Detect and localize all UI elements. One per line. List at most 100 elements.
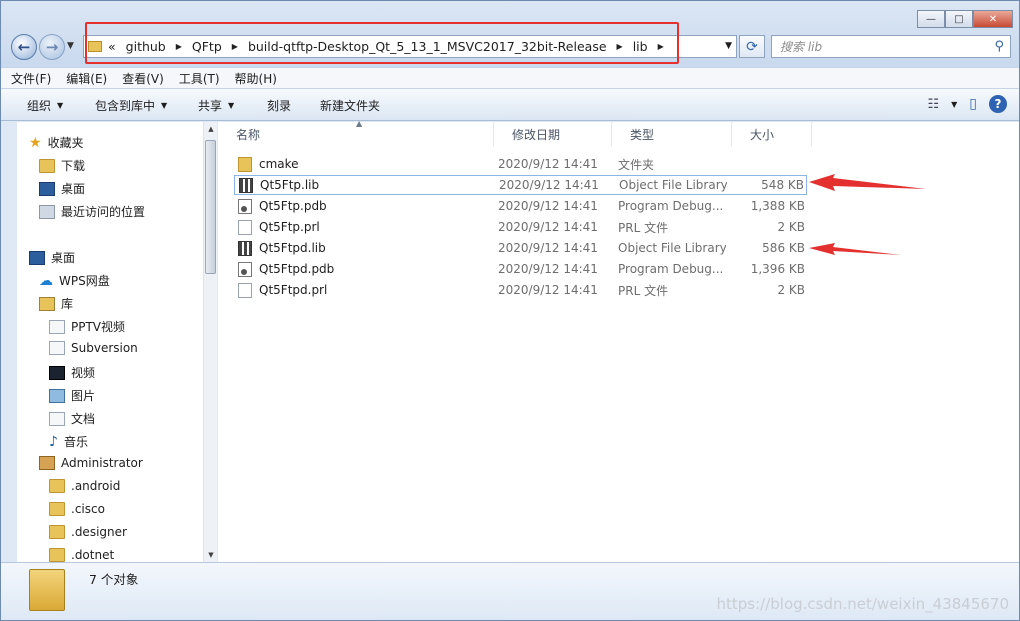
include-in-library-button[interactable]: 包含到库中 ▼ xyxy=(95,97,167,114)
nav-label: .designer xyxy=(71,525,127,539)
file-row-qt5ftpd-pdb[interactable]: Qt5Ftpd.pdb 2020/9/12 14:41 Program Debu… xyxy=(234,259,807,279)
sort-up-icon: ▲ xyxy=(356,119,363,128)
nav-administrator[interactable]: Administrator xyxy=(39,456,143,470)
nav-designer[interactable]: .designer xyxy=(49,525,127,539)
new-folder-button[interactable]: 新建文件夹 xyxy=(320,97,380,114)
burn-button[interactable]: 刻录 xyxy=(267,97,291,114)
file-date: 2020/9/12 14:41 xyxy=(498,199,598,213)
file-type: PRL 文件 xyxy=(618,283,669,298)
file-row-qt5ftpd-prl[interactable]: Qt5Ftpd.prl 2020/9/12 14:41 PRL 文件 2 KB xyxy=(234,280,807,300)
burn-label: 刻录 xyxy=(267,99,292,113)
library-folder-icon xyxy=(49,319,65,334)
nav-downloads[interactable]: 下载 xyxy=(39,157,85,174)
nav-videos[interactable]: 视频 xyxy=(49,364,95,381)
picture-icon xyxy=(49,388,65,403)
share-button[interactable]: 共享 ▼ xyxy=(198,97,234,114)
file-date: 2020/9/12 14:41 xyxy=(498,157,598,171)
close-button[interactable]: ✕ xyxy=(973,10,1013,28)
folder-icon xyxy=(49,502,65,516)
file-row-qt5ftp-pdb[interactable]: Qt5Ftp.pdb 2020/9/12 14:41 Program Debug… xyxy=(234,196,807,216)
menu-edit[interactable]: 编辑(E) xyxy=(66,70,107,87)
nav-label: 下载 xyxy=(61,159,86,173)
menu-tools[interactable]: 工具(T) xyxy=(179,70,220,87)
column-header-name[interactable]: 名称 ▲ xyxy=(218,119,494,146)
search-icon[interactable]: ⚲ xyxy=(994,39,1004,54)
recent-pages-chevron-down-icon[interactable]: ▼ xyxy=(67,41,74,51)
file-row-qt5ftp-lib[interactable]: Qt5Ftp.lib 2020/9/12 14:41 Object File L… xyxy=(234,175,807,195)
scroll-up-arrow-icon[interactable]: ▲ xyxy=(204,122,218,136)
nav-cisco[interactable]: .cisco xyxy=(49,502,105,516)
file-size: 2 KB xyxy=(777,283,805,297)
nav-libraries[interactable]: 库 xyxy=(39,295,73,312)
nav-subversion[interactable]: Subversion xyxy=(49,341,138,355)
nav-label: 最近访问的位置 xyxy=(61,205,146,219)
maximize-button[interactable]: □ xyxy=(945,10,973,28)
nav-music[interactable]: ♪ 音乐 xyxy=(49,433,88,450)
nav-label: 图片 xyxy=(71,389,96,403)
organize-button[interactable]: 组织 ▼ xyxy=(27,97,63,114)
file-row-qt5ftp-prl[interactable]: Qt5Ftp.prl 2020/9/12 14:41 PRL 文件 2 KB xyxy=(234,217,807,237)
explorer-window: — □ ✕ ← → ▼ « github ▶ QFtp ▶ build-qtftp-… xyxy=(0,0,1020,621)
nav-label: 收藏夹 xyxy=(47,136,84,150)
search-placeholder: 搜索 lib xyxy=(780,40,823,54)
search-input[interactable]: 搜索 lib ⚲ xyxy=(771,35,1011,58)
file-type: Program Debug... xyxy=(618,262,724,276)
menu-help[interactable]: 帮助(H) xyxy=(235,70,277,87)
file-date: 2020/9/12 14:41 xyxy=(498,241,598,255)
nav-desktop[interactable]: 桌面 xyxy=(29,249,75,266)
folder-large-icon xyxy=(29,569,65,611)
menu-bar: 文件(F) 编辑(E) 查看(V) 工具(T) 帮助(H) xyxy=(1,67,1019,89)
address-history-chevron-down-icon[interactable]: ▼ xyxy=(725,41,732,51)
nav-pptv[interactable]: PPTV视频 xyxy=(49,318,125,335)
window-controls: — □ ✕ xyxy=(917,10,1013,28)
preview-pane-icon[interactable]: ▯ xyxy=(969,96,977,112)
library-file-icon xyxy=(238,240,252,256)
debug-file-icon xyxy=(238,261,252,277)
nav-dotnet[interactable]: .dotnet xyxy=(49,548,114,562)
file-type: Object File Library xyxy=(619,178,727,192)
column-header-size[interactable]: 大小 xyxy=(732,122,812,146)
menu-view[interactable]: 查看(V) xyxy=(122,70,164,87)
column-header-type[interactable]: 类型 xyxy=(612,122,732,146)
document-icon xyxy=(49,411,65,426)
nav-android[interactable]: .android xyxy=(49,479,120,493)
help-icon[interactable]: ? xyxy=(989,95,1007,113)
back-button[interactable]: ← xyxy=(11,34,37,60)
nav-desktop-favorite[interactable]: 桌面 xyxy=(39,180,85,197)
nav-wps-cloud[interactable]: ☁ WPS网盘 xyxy=(39,272,110,289)
nav-recent-places[interactable]: 最近访问的位置 xyxy=(39,203,145,220)
view-controls: ☷ ▼ ▯ ? xyxy=(927,95,1007,113)
scroll-down-arrow-icon[interactable]: ▼ xyxy=(204,548,218,562)
nav-pictures[interactable]: 图片 xyxy=(49,387,95,404)
view-details-icon[interactable]: ☷ xyxy=(927,97,939,112)
chevron-down-icon: ▼ xyxy=(228,101,235,110)
file-name: Qt5Ftp.lib xyxy=(260,178,320,192)
refresh-button[interactable]: ⟳ xyxy=(739,35,765,58)
file-row-cmake[interactable]: cmake 2020/9/12 14:41 文件夹 xyxy=(234,154,807,174)
column-header-date[interactable]: 修改日期 xyxy=(494,122,612,146)
file-row-qt5ftpd-lib[interactable]: Qt5Ftpd.lib 2020/9/12 14:41 Object File … xyxy=(234,238,807,258)
view-options-chevron-down-icon[interactable]: ▼ xyxy=(951,100,957,109)
watermark: https://blog.csdn.net/weixin_43845670 xyxy=(716,595,1009,613)
folder-icon xyxy=(49,548,65,562)
navigation-pane: ★ 收藏夹 下载 桌面 最近访问的位置 桌面 ☁ WPS网盘 库 PPTV视频 Su… xyxy=(17,122,203,562)
command-bar: 组织 ▼ 包含到库中 ▼ 共享 ▼ 刻录 新建文件夹 ☷ ▼ ▯ ? xyxy=(1,89,1019,121)
nav-documents[interactable]: 文档 xyxy=(49,410,95,427)
recent-places-icon xyxy=(39,204,55,219)
forward-button[interactable]: → xyxy=(39,34,65,60)
nav-label: 音乐 xyxy=(63,435,88,449)
navigation-scrollbar[interactable]: ▲ ▼ xyxy=(203,122,217,562)
column-label: 修改日期 xyxy=(512,127,561,142)
nav-label: 桌面 xyxy=(51,251,76,265)
nav-label: .android xyxy=(71,479,121,493)
nav-favorites[interactable]: ★ 收藏夹 xyxy=(29,134,84,151)
scrollbar-thumb[interactable] xyxy=(205,140,216,274)
user-folder-icon xyxy=(39,456,55,470)
nav-label: 库 xyxy=(61,297,74,311)
nav-label: .dotnet xyxy=(71,548,115,562)
menu-file[interactable]: 文件(F) xyxy=(11,70,51,87)
file-type: Program Debug... xyxy=(618,199,724,213)
minimize-button[interactable]: — xyxy=(917,10,945,28)
cloud-icon: ☁ xyxy=(39,272,53,289)
file-name: Qt5Ftp.prl xyxy=(259,220,320,234)
